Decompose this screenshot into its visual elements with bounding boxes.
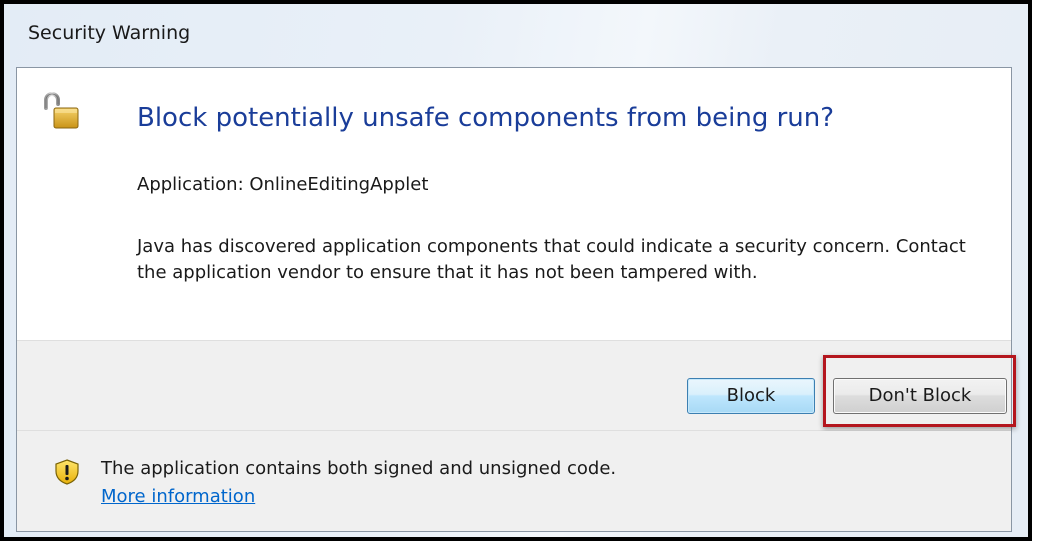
button-area: Block Don't Block [17, 340, 1011, 431]
main-instruction: Block potentially unsafe components from… [137, 103, 835, 133]
application-name: Application: OnlineEditingApplet [137, 174, 429, 195]
warning-shield-icon [55, 459, 79, 485]
more-information-link[interactable]: More information [101, 486, 255, 507]
footer-message: The application contains both signed and… [101, 458, 617, 479]
title-bar[interactable]: Security Warning [6, 6, 1026, 62]
dialog-footer: The application contains both signed and… [17, 431, 1011, 531]
security-warning-window: Security Warning Block potentially unsaf… [0, 0, 1032, 541]
content-area: Block potentially unsafe components from… [17, 68, 1011, 340]
unlocked-padlock-icon [44, 92, 79, 129]
window-title: Security Warning [28, 22, 191, 44]
dialog-client-area: Block potentially unsafe components from… [16, 67, 1016, 532]
dialog-body-text: Java has discovered application componen… [137, 236, 966, 283]
block-button[interactable]: Block [687, 378, 815, 414]
dont-block-button[interactable]: Don't Block [833, 378, 1007, 414]
